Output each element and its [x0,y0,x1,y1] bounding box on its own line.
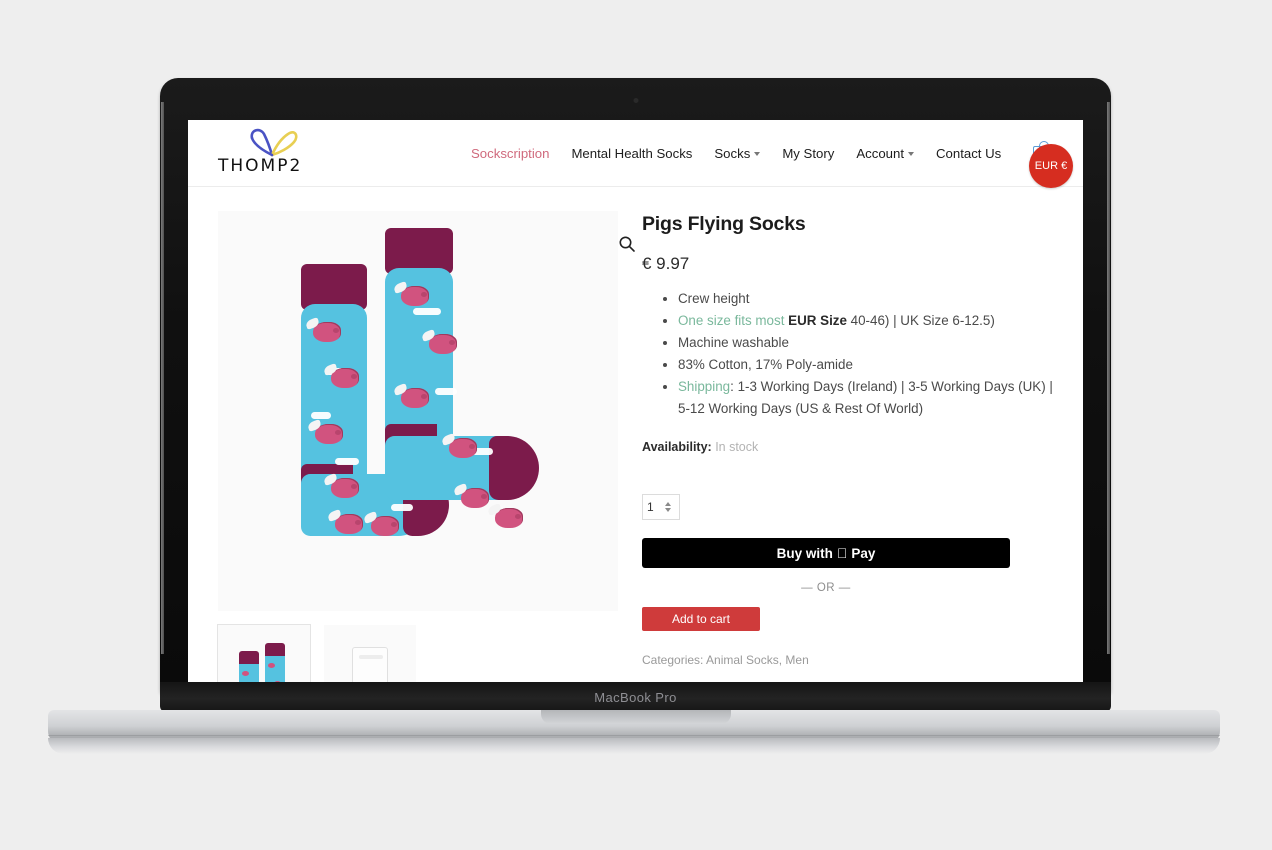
site-logo[interactable]: THOMP2 [218,124,328,182]
nav-item-contact-us[interactable]: Contact Us [936,146,1001,161]
apple-logo-icon:  [837,546,848,560]
availability-row: Availability: In stock [642,440,1053,454]
site-header: THOMP2 Sockscription Mental Health Socks… [188,120,1083,188]
screen-viewport: THOMP2 Sockscription Mental Health Socks… [188,120,1083,682]
thumbnail-socks-art [237,637,291,682]
product-price: € 9.97 [642,254,690,273]
device-model-label: MacBook Pro [594,689,677,705]
feature-text: 83% Cotton, 17% Poly-amide [678,357,853,372]
socks-thumbnail[interactable] [217,624,311,682]
product-summary: Pigs Flying Socks € 9.97 Crew height One… [642,211,1053,682]
feature-highlight: One size fits most [678,313,785,328]
laptop-chin: MacBook Pro [160,682,1111,712]
nav-item-my-story[interactable]: My Story [782,146,834,161]
laptop-base-seam [48,735,1220,736]
feature-item: Machine washable [678,332,1053,354]
feature-item: 83% Cotton, 17% Poly-amide [678,354,1053,376]
main-navigation: Sockscription Mental Health Socks Socks … [471,146,1001,161]
availability-label: Availability: [642,440,712,454]
magnifier-icon[interactable] [618,235,636,253]
nav-label: Account [856,145,904,161]
quantity-spin-buttons[interactable] [665,502,671,512]
logo-wordmark: THOMP2 [218,156,303,176]
packaging-thumbnail[interactable] [324,625,416,682]
quantity-stepper[interactable] [642,494,680,520]
packaging-art [352,647,388,682]
apple-pay-suffix: Pay [846,545,875,561]
quantity-input[interactable] [647,500,665,514]
nav-label: Mental Health Socks [571,145,693,161]
feature-text: : 1-3 Working Days (Ireland) | 3-5 Worki… [678,379,1053,416]
chevron-down-icon[interactable] [665,508,671,512]
laptop-base-shadow [48,738,1220,754]
webcam-dot [633,98,638,103]
product-features: Crew height One size fits most EUR Size … [642,288,1053,420]
scene: THOMP2 Sockscription Mental Health Socks… [0,0,1272,850]
feature-highlight: Shipping [678,379,731,394]
header-right: 0 EUR € [1029,140,1073,188]
currency-switcher-badge[interactable]: EUR € [1029,144,1073,188]
product-main-image[interactable] [218,211,635,611]
nav-item-account[interactable]: Account [856,146,914,161]
feature-text: Crew height [678,291,750,306]
apple-pay-button[interactable]: Buy with  Pay [642,538,1010,568]
feature-item: One size fits most EUR Size 40-46) | UK … [678,310,1053,332]
website: THOMP2 Sockscription Mental Health Socks… [188,120,1083,682]
nav-label: My Story [782,145,835,161]
nav-item-sockscription[interactable]: Sockscription [471,146,549,161]
nav-label: Socks [714,145,751,161]
feature-item: Crew height [678,288,1053,310]
nav-item-mental-health-socks[interactable]: Mental Health Socks [571,146,692,161]
chevron-down-icon [908,152,914,156]
thumbnail-strip [217,624,618,682]
chevron-down-icon [754,152,761,156]
product-section: Pigs Flying Socks € 9.97 Crew height One… [188,187,1083,682]
laptop-base-notch [541,710,731,724]
status-badge: In stock [715,440,759,454]
product-gallery [217,211,635,682]
nav-item-socks[interactable]: Socks [714,145,761,161]
lid-edge-right [1107,102,1110,654]
chevron-up-icon[interactable] [665,502,671,506]
feature-bold: EUR Size [784,313,851,328]
socks-illustration [273,216,563,606]
product-categories: Categories: Animal Socks, Men [642,653,809,667]
feature-text: Machine washable [678,335,789,350]
lid-edge-left [161,102,164,654]
nav-label: Contact Us [936,145,1002,161]
nav-label: Sockscription [471,145,550,161]
feature-text: 40-46) | UK Size 6-12.5) [850,313,995,328]
page-title: Pigs Flying Socks [642,213,806,235]
apple-pay-label: Buy with [776,545,833,561]
or-divider: — OR — [801,582,851,594]
add-to-cart-button[interactable]: Add to cart [642,607,760,631]
feature-item: Shipping: 1-3 Working Days (Ireland) | 3… [678,376,1053,420]
